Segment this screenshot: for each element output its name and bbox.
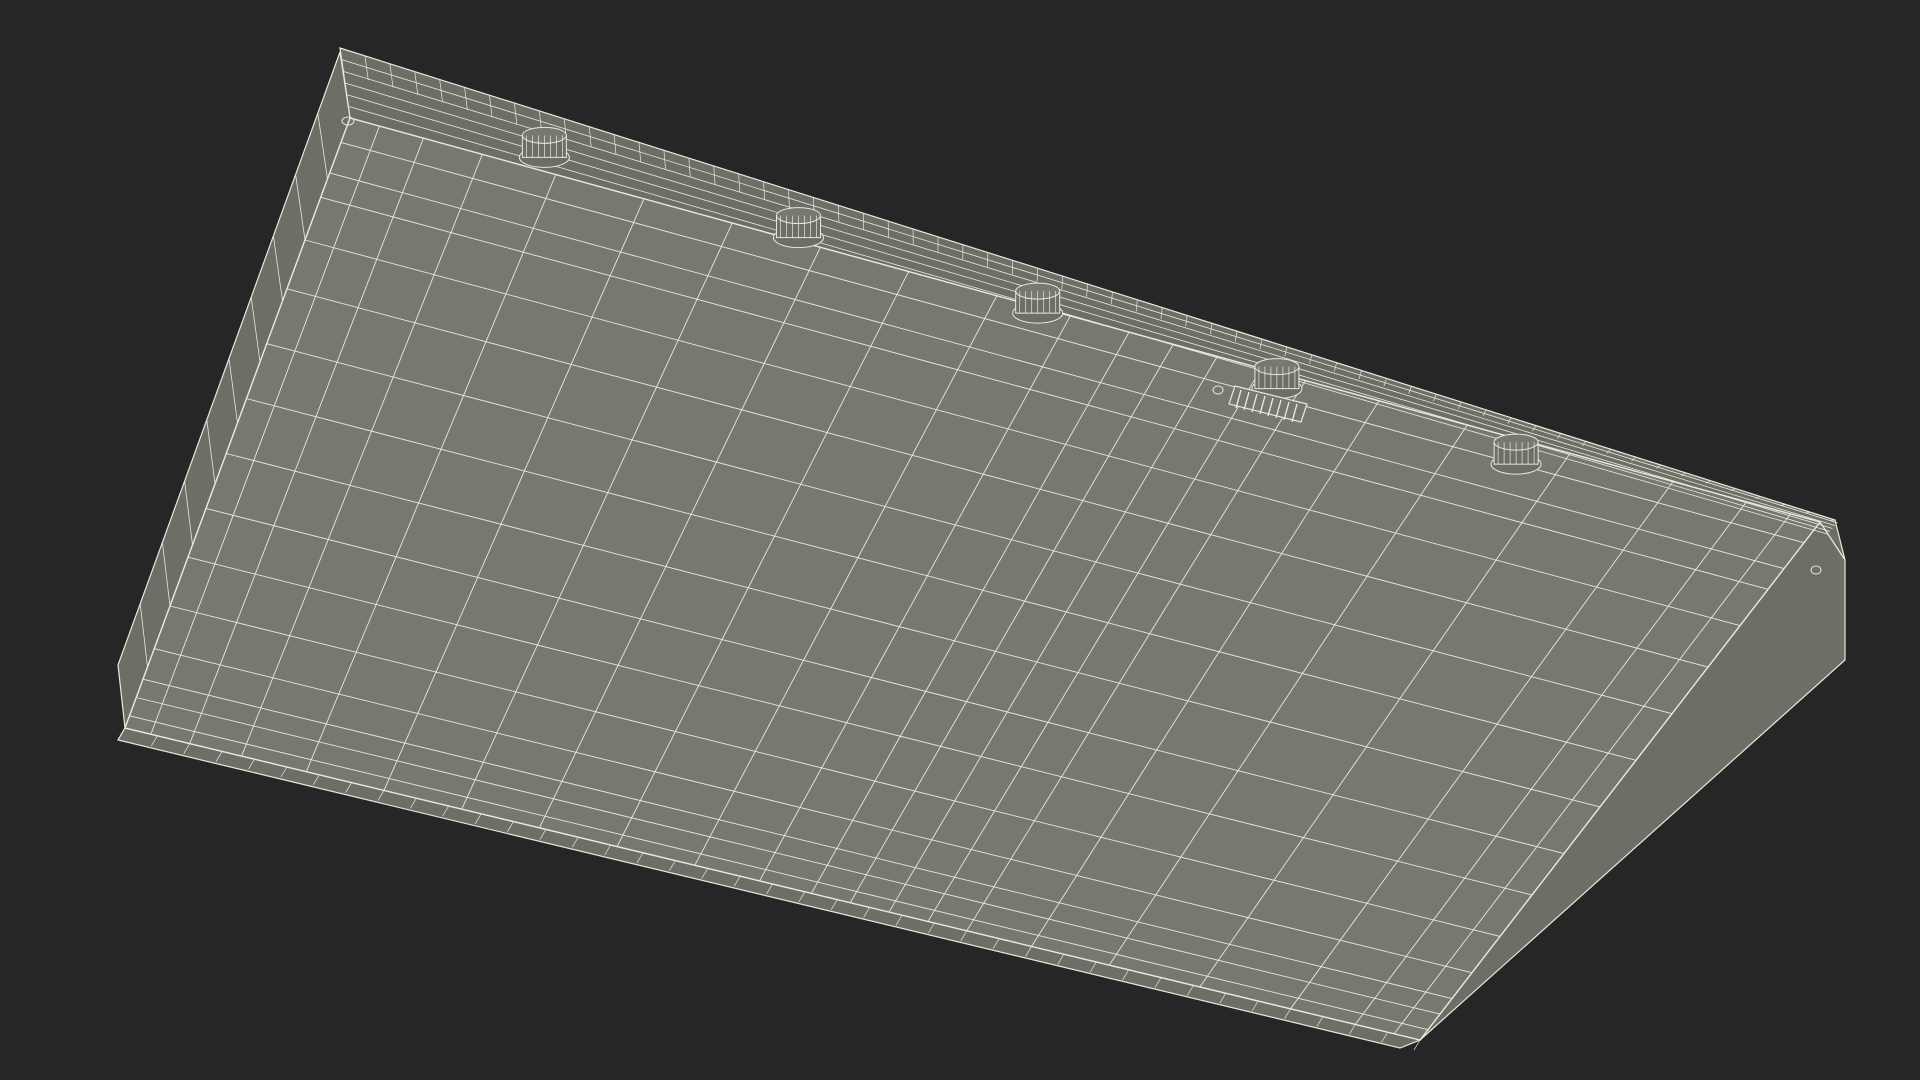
wireframe-model xyxy=(117,47,1846,1051)
render-viewport xyxy=(0,0,1920,1080)
